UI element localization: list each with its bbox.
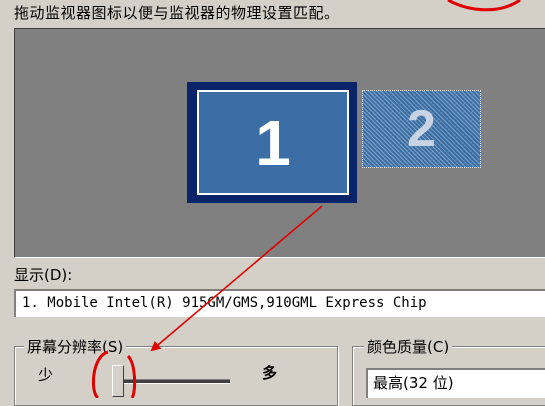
annotation-circle-top-icon [447, 0, 521, 12]
annotation-arrow-icon [150, 205, 323, 352]
annotation-overlay [91, 0, 521, 398]
annotation-circle-slider-icon [91, 350, 137, 398]
